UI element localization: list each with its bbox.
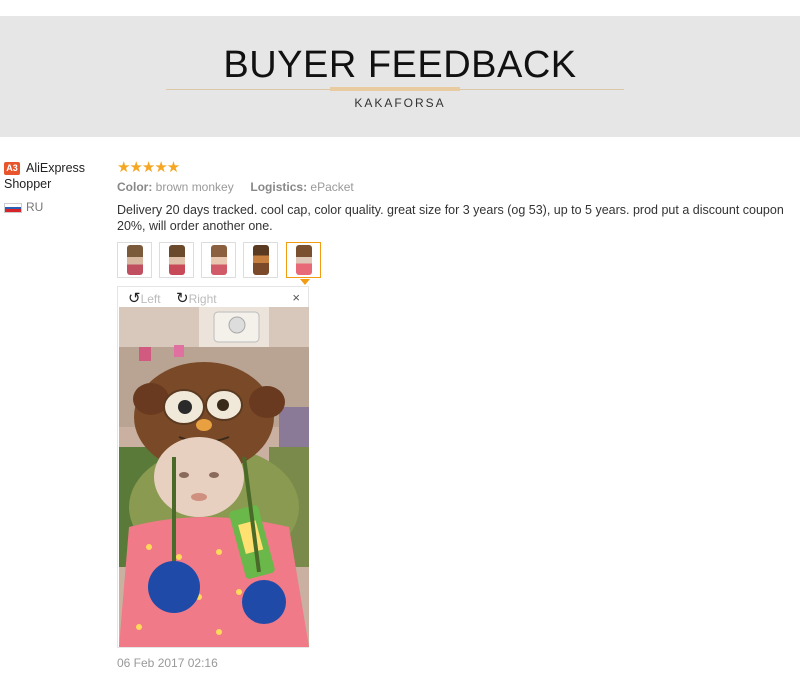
buyer-level-badge: A3 <box>4 162 20 175</box>
reviewer-name: AliExpress <box>26 161 86 175</box>
color-label: Color: <box>117 180 153 194</box>
banner-subtitle: KAKAFORSA <box>354 96 446 110</box>
thumbnail-image <box>211 245 227 275</box>
photo-thumbnail[interactable] <box>159 242 194 278</box>
rotate-right-button[interactable]: ↻Right <box>176 289 217 307</box>
photo-thumbnail[interactable] <box>243 242 278 278</box>
review-date: 06 Feb 2017 02:16 <box>117 656 218 670</box>
viewer-toolbar: ↺Left ↻Right × <box>118 287 308 307</box>
thumbnail-image <box>169 245 185 275</box>
thumbnail-image <box>296 245 312 275</box>
photo-thumbnail[interactable] <box>201 242 236 278</box>
photo-thumbnail[interactable] <box>117 242 152 278</box>
banner-divider-accent <box>330 87 460 91</box>
rotate-left-button[interactable]: ↺Left <box>128 289 161 307</box>
review-photo[interactable] <box>119 307 309 647</box>
reviewer-name-line2: Shopper <box>4 177 52 191</box>
logistics-value: ePacket <box>310 180 354 194</box>
photo-thumbnail-selected[interactable] <box>286 242 321 278</box>
star-rating: ★★★★★ <box>117 159 180 176</box>
color-value: brown monkey <box>155 180 234 194</box>
rotate-right-icon: ↻ <box>176 290 189 307</box>
order-attributes: Color: brown monkey Logistics: ePacket <box>117 180 354 194</box>
thumbnail-image <box>127 245 143 275</box>
selected-caret-icon <box>300 279 310 285</box>
thumbnail-image <box>253 245 269 275</box>
rotate-left-label: Left <box>140 292 161 306</box>
rotate-left-icon: ↺ <box>128 290 141 307</box>
close-icon[interactable]: × <box>292 290 300 305</box>
russia-flag-icon <box>4 203 22 213</box>
photo-viewer: ↺Left ↻Right × <box>117 286 309 648</box>
rotate-right-label: Right <box>188 292 217 306</box>
logistics-label: Logistics: <box>250 180 308 194</box>
reviewer-country: RU <box>26 200 44 214</box>
review-text: Delivery 20 days tracked. cool cap, colo… <box>117 203 784 233</box>
banner-title: BUYER FEEDBACK <box>223 44 577 86</box>
review-photo-image <box>119 307 309 647</box>
feedback-banner: BUYER FEEDBACK KAKAFORSA <box>0 16 800 137</box>
